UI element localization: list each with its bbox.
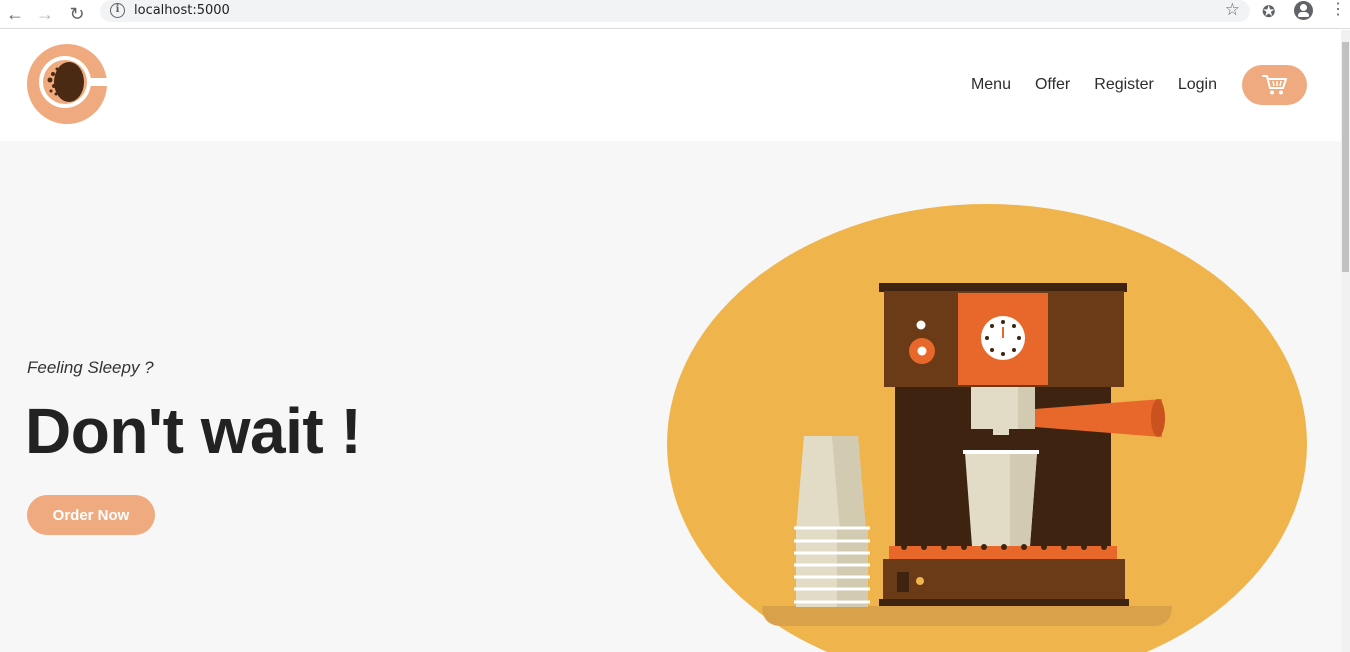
coffee-machine-illustration <box>667 204 1307 652</box>
site-header: Menu Offer Register Login <box>0 30 1341 141</box>
extensions-icon[interactable]: ✪ <box>1262 2 1275 22</box>
scrollbar-thumb[interactable] <box>1342 42 1349 272</box>
menu-kebab-icon[interactable]: ⋮ <box>1330 1 1346 19</box>
hero-headline: Don't wait ! <box>25 395 362 467</box>
bookmark-star-icon[interactable]: ☆ <box>1225 0 1240 20</box>
info-icon[interactable]: i <box>110 3 125 18</box>
forward-arrow-icon[interactable]: → <box>33 2 57 26</box>
page-scrollbar[interactable] <box>1341 30 1350 652</box>
logo[interactable] <box>27 44 107 124</box>
nav-register-link[interactable]: Register <box>1094 76 1154 94</box>
hero-tagline: Feeling Sleepy ? <box>27 358 154 377</box>
url-text[interactable]: localhost:5000 <box>134 3 230 18</box>
nav-menu-link[interactable]: Menu <box>971 76 1011 94</box>
nav-login-link[interactable]: Login <box>1178 76 1217 94</box>
hero-section: Feeling Sleepy ? Don't wait ! Order Now <box>0 141 1341 652</box>
back-arrow-icon[interactable]: ← <box>3 2 27 26</box>
main-nav: Menu Offer Register Login <box>971 76 1217 94</box>
cart-icon <box>1261 75 1287 95</box>
coffee-cup-logo-icon <box>27 44 107 124</box>
cart-button[interactable] <box>1242 65 1307 105</box>
address-bar[interactable]: i localhost:5000 ☆ <box>100 0 1250 22</box>
profile-icon[interactable] <box>1294 1 1313 20</box>
browser-toolbar: ← → ↻ i localhost:5000 ☆ ✪ ⋮ <box>0 0 1350 29</box>
reload-icon[interactable]: ↻ <box>65 2 89 26</box>
nav-offer-link[interactable]: Offer <box>1035 76 1070 94</box>
order-now-button[interactable]: Order Now <box>27 495 155 535</box>
